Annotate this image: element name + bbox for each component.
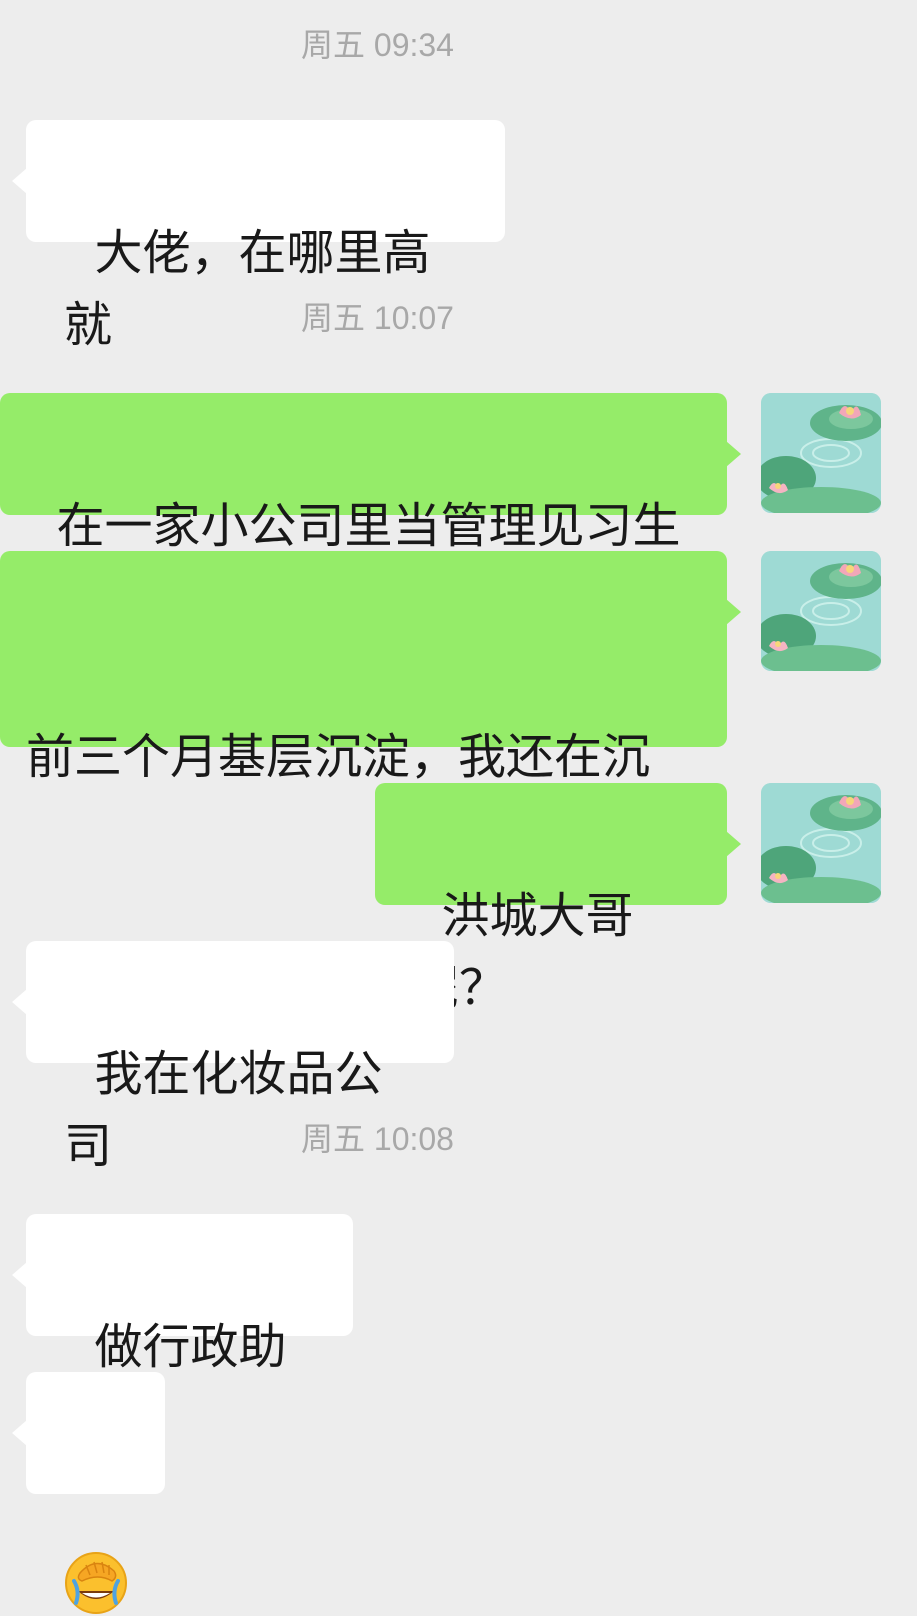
timestamp: 周五 10:08: [301, 1121, 454, 1157]
incoming-message[interactable]: 我在化妆品公司: [12, 941, 454, 1174]
user-avatar[interactable]: [761, 551, 881, 671]
user-avatar[interactable]: [761, 393, 881, 513]
facepalm-crying-emoji-icon: [64, 1551, 128, 1615]
incoming-message[interactable]: 做行政助理: [12, 1214, 353, 1447]
lotus-pond-icon: [761, 551, 881, 671]
incoming-message[interactable]: 大佬，在哪里高就: [12, 120, 505, 353]
user-avatar[interactable]: [761, 783, 881, 903]
incoming-message[interactable]: [12, 1372, 165, 1494]
lotus-pond-icon: [761, 393, 881, 513]
outgoing-message[interactable]: 前三个月基层沉淀，我还在沉 淀中: [0, 551, 741, 747]
lotus-pond-icon: [761, 783, 881, 903]
message-text: 在一家小公司里当管理见习生: [56, 498, 681, 554]
outgoing-message[interactable]: 洪城大哥呢？: [375, 783, 741, 1016]
timestamp: 周五 09:34: [301, 27, 454, 63]
timestamp: 周五 10:07: [301, 300, 454, 336]
outgoing-message[interactable]: 在一家小公司里当管理见习生: [0, 393, 741, 554]
